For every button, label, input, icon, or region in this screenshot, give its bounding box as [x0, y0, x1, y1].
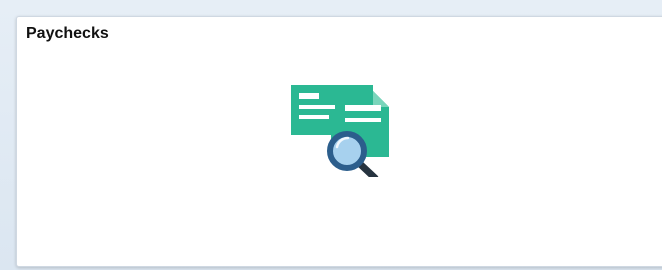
paycheck-search-icon: [291, 85, 389, 177]
paychecks-tile[interactable]: Paychecks: [16, 16, 662, 267]
page: Paychecks: [0, 0, 662, 270]
tile-title: Paychecks: [26, 25, 109, 42]
